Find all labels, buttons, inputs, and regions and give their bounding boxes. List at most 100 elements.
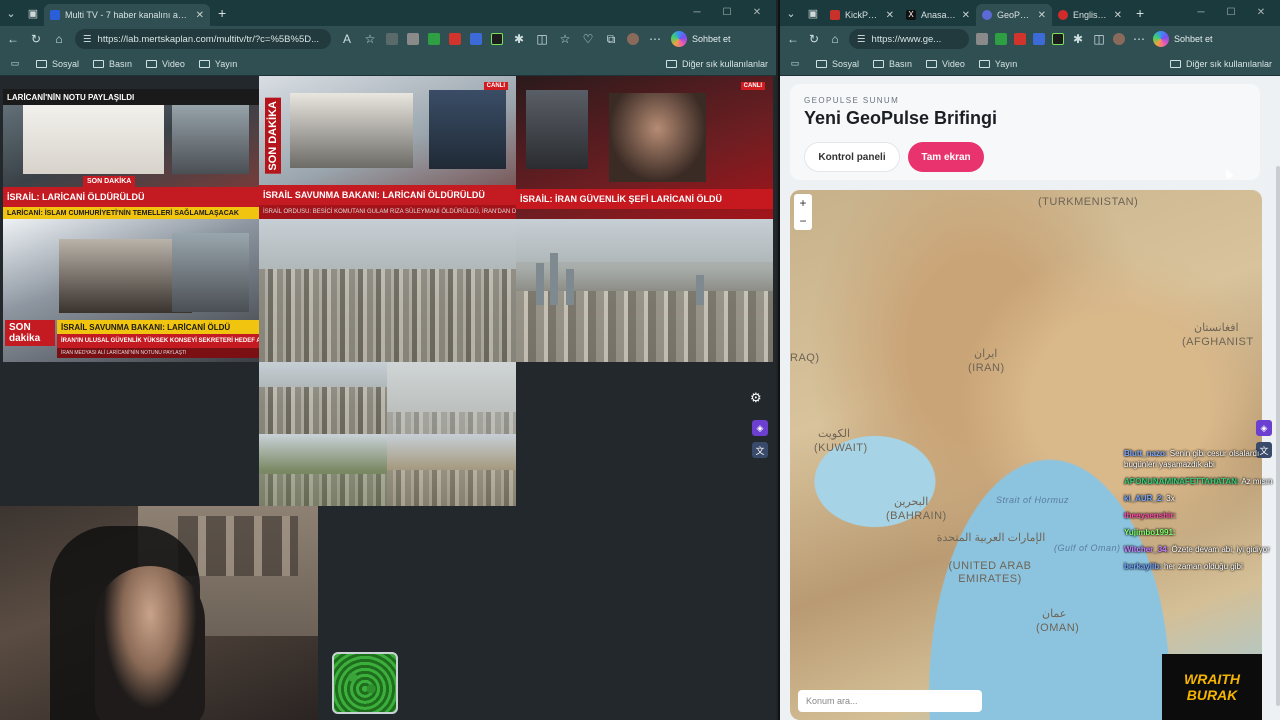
new-tab-button[interactable]: +: [210, 5, 234, 21]
location-search-input[interactable]: Konum ara...: [798, 690, 982, 712]
city-cam-tile-6[interactable]: [387, 434, 516, 506]
translate-extension-icon[interactable]: [1033, 33, 1045, 45]
tab-x-anasayfa[interactable]: X Anasayfa / ✕: [900, 4, 976, 26]
left-address-bar: ← ↻ ⌂ ☰ https://lab.mertskaplan.com/mult…: [0, 26, 776, 52]
back-icon[interactable]: ←: [786, 32, 800, 46]
news-tile-1[interactable]: LARİCANİ'NİN NOTU PAYLAŞILDI SON DAKİKA …: [3, 89, 259, 219]
tabs-icon[interactable]: ▭: [8, 58, 22, 69]
tile1-headline: LARİCANİ'NİN NOTU PAYLAŞILDI: [3, 89, 259, 105]
extension-icon[interactable]: [428, 33, 440, 45]
extensions-puzzle-icon[interactable]: ✱: [1071, 32, 1085, 46]
close-window-icon[interactable]: ✕: [1246, 0, 1276, 26]
back-icon[interactable]: ←: [6, 32, 20, 46]
tab-english[interactable]: English - T ✕: [1052, 4, 1128, 26]
sidebar-chat-icon[interactable]: ◈: [752, 420, 768, 436]
more-menu-icon[interactable]: ⋯: [648, 32, 662, 46]
site-info-icon[interactable]: ☰: [83, 34, 92, 45]
copilot-button[interactable]: Sohbet et: [671, 31, 731, 47]
extension-icon[interactable]: [976, 33, 988, 45]
zoom-out-button[interactable]: −: [794, 212, 812, 230]
bookmark-folder-video[interactable]: Video: [926, 59, 965, 69]
control-panel-button[interactable]: Kontrol paneli: [804, 142, 900, 172]
fullscreen-button[interactable]: Tam ekran: [908, 142, 984, 172]
workspaces-icon[interactable]: ▣: [22, 0, 44, 26]
extension-icon[interactable]: [491, 33, 503, 45]
reload-icon[interactable]: ↻: [29, 32, 43, 46]
reload-icon[interactable]: ↻: [807, 32, 821, 46]
minimize-icon[interactable]: ─: [1186, 0, 1216, 26]
bookmark-folder-sosyal[interactable]: Sosyal: [816, 59, 859, 69]
extension-icon[interactable]: [407, 33, 419, 45]
city-cam-tile-1[interactable]: [259, 219, 516, 362]
close-tab-icon[interactable]: ✕: [1038, 10, 1046, 21]
close-tab-icon[interactable]: ✕: [962, 10, 970, 21]
city-cam-tile-4[interactable]: [387, 362, 516, 434]
zoom-in-button[interactable]: +: [794, 194, 812, 212]
copilot-button[interactable]: Sohbet et: [1153, 31, 1213, 47]
home-icon[interactable]: ⌂: [828, 32, 842, 46]
minimize-icon[interactable]: ─: [682, 0, 712, 26]
profile-avatar[interactable]: [1113, 33, 1125, 45]
tabs-icon[interactable]: ▭: [788, 58, 802, 69]
folder-icon: [816, 59, 827, 68]
news-tile-4[interactable]: SON dakika İSRAİL SAVUNMA BAKANI: LARİCA…: [3, 219, 259, 362]
tab-actions-icon[interactable]: ⌄: [0, 0, 22, 26]
url-field[interactable]: ☰ https://lab.mertskaplan.com/multitv/tr…: [75, 29, 331, 49]
right-address-bar: ← ↻ ⌂ ☰ https://www.ge... ✱ ◫ ⋯ Sohbet e…: [780, 26, 1280, 52]
extension-icon[interactable]: [386, 33, 398, 45]
close-window-icon[interactable]: ✕: [742, 0, 772, 26]
home-icon[interactable]: ⌂: [52, 32, 66, 46]
page-scrollbar[interactable]: [1276, 166, 1280, 706]
close-tab-icon[interactable]: ✕: [1114, 10, 1122, 21]
extension-icon[interactable]: [1014, 33, 1026, 45]
split-screen-icon[interactable]: ◫: [1092, 32, 1106, 46]
extension-icon[interactable]: [995, 33, 1007, 45]
extensions-puzzle-icon[interactable]: ✱: [512, 32, 526, 46]
city-cam-tile-2[interactable]: [516, 219, 773, 362]
bookmark-folder-basin[interactable]: Basın: [93, 59, 132, 69]
new-tab-button[interactable]: +: [1128, 5, 1152, 21]
news-tile-3[interactable]: CANLI İSRAİL: İRAN GÜVENLİK ŞEFİ LARİCAN…: [516, 76, 773, 219]
extension-icon[interactable]: [1052, 33, 1064, 45]
city-cam-tile-3[interactable]: [259, 362, 387, 434]
profile-avatar[interactable]: [627, 33, 639, 45]
label-oman-native: عمان: [1042, 608, 1067, 620]
split-screen-icon[interactable]: ◫: [535, 32, 549, 46]
extension-icon[interactable]: [449, 33, 461, 45]
tower: [566, 268, 574, 305]
other-favorites[interactable]: Diğer sık kullanılanlar: [665, 59, 768, 69]
close-tab-icon[interactable]: ✕: [196, 10, 204, 21]
collections-icon[interactable]: ⧉: [604, 32, 618, 47]
close-tab-icon[interactable]: ✕: [886, 10, 894, 21]
sidebar-translate-icon[interactable]: 文: [752, 442, 768, 458]
tab-actions-icon[interactable]: ⌄: [780, 0, 802, 26]
translate-extension-icon[interactable]: [470, 33, 482, 45]
city-cam-tile-5[interactable]: [259, 434, 387, 506]
wraith-burak-logo: WRAITH BURAK: [1162, 654, 1262, 720]
tab-multitv[interactable]: Multi TV - 7 haber kanalını aynı an ✕: [44, 4, 210, 26]
folder-icon: [873, 59, 885, 68]
site-info-icon[interactable]: ☰: [857, 34, 866, 45]
news-tile-2[interactable]: SON DAKİKA CANLI İSRAİL SAVUNMA BAKANI: …: [259, 76, 516, 219]
browser-essentials-icon[interactable]: ♡: [581, 32, 595, 46]
maximize-icon[interactable]: ☐: [712, 0, 742, 26]
settings-gear-icon[interactable]: ⚙: [750, 390, 764, 405]
bookmark-folder-yayin[interactable]: Yayın: [198, 59, 237, 69]
bookmark-folder-video[interactable]: Video: [146, 59, 185, 69]
tab-geopulse[interactable]: GeoPulse ✕: [976, 4, 1052, 26]
folder-icon: [978, 59, 990, 68]
bookmark-folder-sosyal[interactable]: Sosyal: [36, 59, 79, 69]
maximize-icon[interactable]: ☐: [1216, 0, 1246, 26]
other-favorites[interactable]: Diğer sık kullanılanlar: [1169, 59, 1272, 69]
bookmark-folder-yayin[interactable]: Yayın: [978, 59, 1017, 69]
read-aloud-icon[interactable]: A: [340, 32, 354, 46]
url-field[interactable]: ☰ https://www.ge...: [849, 29, 969, 49]
bookmark-folder-basin[interactable]: Basın: [873, 59, 912, 69]
tab-kickpeek[interactable]: KickPeek ✕: [824, 4, 900, 26]
favorites-icon[interactable]: ☆: [558, 32, 572, 46]
chat-message: berkaylib: her zaman olduğu gibi: [1124, 562, 1243, 571]
workspaces-icon[interactable]: ▣: [802, 0, 824, 26]
more-menu-icon[interactable]: ⋯: [1132, 32, 1146, 46]
sidebar-chat-icon[interactable]: ◈: [1256, 420, 1272, 436]
favorite-star-icon[interactable]: ☆: [363, 32, 377, 46]
